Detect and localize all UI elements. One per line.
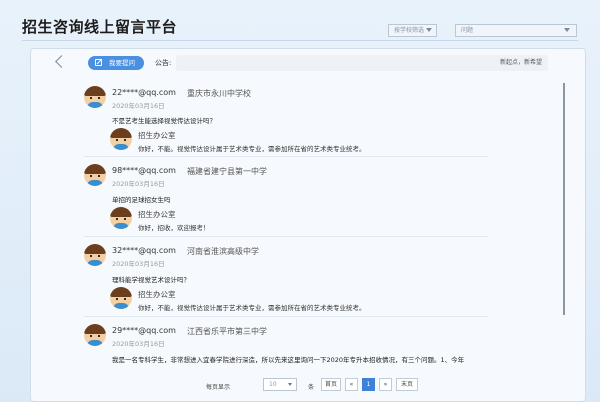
toolbar: 我要提问 公告: 新起点，新希望 xyxy=(31,49,585,77)
question-filter-value: 问题 xyxy=(461,27,474,34)
question-text: 单招的足球招女生吗 xyxy=(112,196,171,204)
school-filter-select[interactable]: 按学校筛选 xyxy=(388,24,437,37)
user-email: 29****@qq.com xyxy=(112,326,176,335)
per-page-value: 10 xyxy=(269,381,277,388)
question-filter-select[interactable]: 问题 xyxy=(455,24,577,37)
user-school: 江西省乐平市第三中学 xyxy=(187,327,267,336)
notice-label: 公告: xyxy=(155,59,172,67)
question-text: 理科能学视觉艺术设计吗？ xyxy=(112,276,190,284)
reply-text: 你好，不能，视觉传达设计属于艺术类专业，需参加所在省的艺术类专业统考。 xyxy=(138,304,366,312)
post-date: 2020年03月16日 xyxy=(112,180,165,188)
chevron-down-icon xyxy=(564,28,570,32)
reply-text: 你好，招收，欢迎报考！ xyxy=(138,224,210,232)
user-avatar xyxy=(84,244,106,266)
post-date: 2020年03月16日 xyxy=(112,340,165,348)
question-text: 不是艺考生能选择视觉传达设计吗？ xyxy=(112,117,216,125)
office-avatar xyxy=(110,287,132,309)
user-email: 98****@qq.com xyxy=(112,166,176,175)
user-school: 重庆市永川中学校 xyxy=(187,89,251,98)
ask-question-button[interactable]: 我要提问 xyxy=(88,56,144,70)
user-avatar xyxy=(84,164,106,186)
user-email: 32****@qq.com xyxy=(112,246,176,255)
message-list[interactable]: 22****@qq.com 重庆市永川中学校 2020年03月16日 不是艺考生… xyxy=(31,79,585,371)
header-divider xyxy=(22,40,578,41)
per-page-select[interactable]: 10 xyxy=(263,378,297,391)
user-email: 22****@qq.com xyxy=(112,88,176,97)
per-page-unit: 条 xyxy=(308,384,315,391)
user-avatar xyxy=(84,86,106,108)
chevron-down-icon xyxy=(288,383,292,386)
edit-icon xyxy=(95,59,102,66)
next-page-button[interactable]: » xyxy=(379,378,392,391)
back-chevron-icon[interactable] xyxy=(55,55,68,68)
site-title: 招生咨询线上留言平台 xyxy=(22,18,178,36)
list-item: 22****@qq.com 重庆市永川中学校 2020年03月16日 不是艺考生… xyxy=(84,79,488,157)
reply-author: 招生办公室 xyxy=(138,290,176,299)
school-filter-value: 按学校筛选 xyxy=(394,27,425,34)
reply-author: 招生办公室 xyxy=(138,131,176,140)
list-item: 32****@qq.com 河南省淮滨高级中学 2020年03月16日 理科能学… xyxy=(84,241,488,317)
post-date: 2020年03月16日 xyxy=(112,102,165,110)
list-item: 98****@qq.com 福建省建宁县第一中学 2020年03月16日 单招的… xyxy=(84,161,488,237)
question-text: 我是一名专科学生，非常想进入宜春学院进行深造，所以先来这里询问一下2020年专升… xyxy=(112,356,465,364)
user-avatar xyxy=(84,324,106,346)
ask-question-label: 我要提问 xyxy=(109,59,135,67)
office-avatar xyxy=(110,207,132,229)
reply-text: 你好，不能。视觉传达设计属于艺术类专业，需参加所在省的艺术类专业统考。 xyxy=(138,145,366,153)
list-scrollbar[interactable] xyxy=(563,83,565,315)
post-date: 2020年03月16日 xyxy=(112,260,165,268)
notice-marquee: 新起点，新希望 xyxy=(176,55,548,71)
prev-page-button[interactable]: « xyxy=(345,378,358,391)
message-panel: 我要提问 公告: 新起点，新希望 22****@qq.com 重庆市永川中学校 … xyxy=(30,48,586,402)
chevron-down-icon xyxy=(426,28,432,32)
list-item: 29****@qq.com 江西省乐平市第三中学 2020年03月16日 我是一… xyxy=(84,321,514,371)
first-page-button[interactable]: 首页 xyxy=(321,378,341,391)
reply-author: 招生办公室 xyxy=(138,210,176,219)
notice-text: 新起点，新希望 xyxy=(499,59,542,66)
pagination: 每页显示 10 条 首页 « 1 » 末页 xyxy=(31,371,585,401)
user-school: 福建省建宁县第一中学 xyxy=(187,167,267,176)
last-page-button[interactable]: 末页 xyxy=(396,378,418,391)
page-number-button[interactable]: 1 xyxy=(362,378,375,391)
site-header: 招生咨询线上留言平台 按学校筛选 问题 xyxy=(0,0,600,44)
office-avatar xyxy=(110,128,132,150)
user-school: 河南省淮滨高级中学 xyxy=(187,247,259,256)
per-page-label: 每页显示 xyxy=(206,384,231,391)
